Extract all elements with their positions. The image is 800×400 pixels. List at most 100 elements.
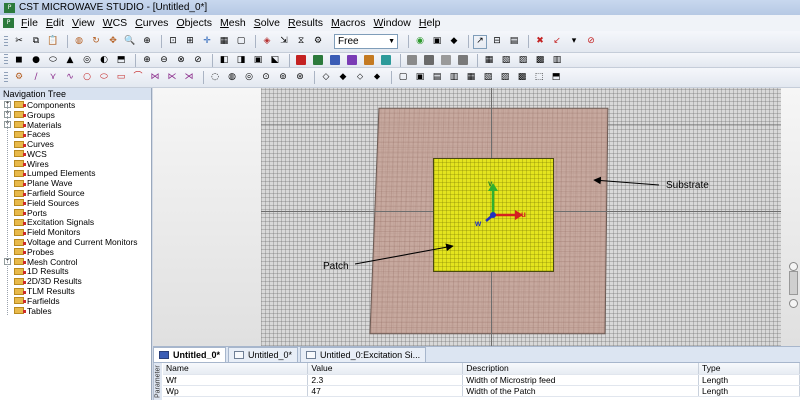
tree-item[interactable]: Lumped Elements <box>0 168 151 178</box>
mirror-icon[interactable]: ⧖ <box>294 35 308 49</box>
menu-macros[interactable]: Macros <box>327 17 369 29</box>
background-icon[interactable] <box>379 53 393 67</box>
column-header-description[interactable]: Description <box>462 363 700 375</box>
tree-item[interactable]: Tables <box>0 306 151 316</box>
dynamic-zoom-icon[interactable]: ⊕ <box>140 35 154 49</box>
working-plane-icon[interactable]: ⬚ <box>532 71 546 85</box>
torus-icon[interactable]: ◎ <box>80 53 94 67</box>
probe-icon[interactable]: ↙ <box>550 35 564 49</box>
mesh-mode-select[interactable]: Free ▼ <box>334 34 398 49</box>
menu-window[interactable]: Window <box>369 17 414 29</box>
reset-view-icon[interactable]: ⊡ <box>166 35 180 49</box>
tree-item[interactable]: Field Sources <box>0 198 151 208</box>
tab-schematic[interactable]: Untitled_0* <box>228 347 299 362</box>
symmetry-icon[interactable] <box>345 53 359 67</box>
optimizer-icon[interactable]: ◆ <box>447 35 461 49</box>
spline-icon[interactable]: ∿ <box>63 71 77 85</box>
tree-item[interactable]: Excitation Signals <box>0 217 151 227</box>
param-type[interactable]: Length <box>698 385 800 397</box>
mesh-adapt-icon[interactable]: ▥ <box>550 53 564 67</box>
blend-edges-icon[interactable]: ◧ <box>217 53 231 67</box>
toolbar-grip[interactable] <box>4 54 8 66</box>
wireframe-icon[interactable]: ▢ <box>234 35 248 49</box>
menu-objects[interactable]: Objects <box>172 17 216 29</box>
pick-point-icon[interactable]: ✛ <box>200 35 214 49</box>
zoom-fit-icon[interactable]: ⊞ <box>183 35 197 49</box>
cylinder-icon[interactable]: ⬭ <box>46 53 60 67</box>
frequency-icon[interactable] <box>362 53 376 67</box>
copy-icon[interactable]: ⧉ <box>29 35 43 49</box>
result-plot-icon[interactable]: ↗ <box>473 34 487 49</box>
solver-start-icon[interactable]: ◉ <box>413 35 427 49</box>
paste-icon[interactable]: 📋 <box>46 35 60 49</box>
trace-curve-icon[interactable]: ⋉ <box>165 71 179 85</box>
tree-item[interactable]: TLM Results <box>0 286 151 296</box>
tree-item[interactable]: Voltage and Current Monitors <box>0 237 151 247</box>
pick-face-icon[interactable]: ◎ <box>242 71 256 85</box>
discrete-port-icon[interactable] <box>311 53 325 67</box>
pick-point-icon[interactable]: ◌ <box>208 71 222 85</box>
more-icon[interactable]: ▾ <box>567 35 581 49</box>
farfield-monitor-icon[interactable] <box>422 53 436 67</box>
delete-icon[interactable]: ✖ <box>533 35 547 49</box>
boolean-intersect-icon[interactable]: ⊗ <box>174 53 188 67</box>
transform-icon[interactable]: ◈ <box>260 35 274 49</box>
tree-item[interactable]: Wires <box>0 159 151 169</box>
tree-item[interactable]: Plane Wave <box>0 178 151 188</box>
template-icon[interactable]: ▣ <box>430 35 444 49</box>
voltage-monitor-icon[interactable] <box>439 53 453 67</box>
zoom-out-icon[interactable] <box>789 299 798 308</box>
dielectric-view-icon[interactable]: ▩ <box>515 71 529 85</box>
menu-mesh[interactable]: Mesh <box>216 17 250 29</box>
cone-icon[interactable]: ▲ <box>63 53 77 67</box>
edge-view-icon[interactable]: ▣ <box>413 71 427 85</box>
fillet-curve-icon[interactable]: ⋊ <box>182 71 196 85</box>
tree-item[interactable]: Curves <box>0 139 151 149</box>
menu-file[interactable]: File <box>17 17 42 29</box>
grid-icon[interactable]: ▦ <box>217 35 231 49</box>
param-description[interactable]: Width of Microstrip feed <box>462 374 700 386</box>
sphere-icon[interactable]: ● <box>29 53 43 67</box>
ellipse-curve-icon[interactable]: ⬭ <box>97 71 111 85</box>
cut-icon[interactable]: ✂ <box>12 35 26 49</box>
tree-item[interactable]: Farfields <box>0 296 151 306</box>
tree-item[interactable]: Probes <box>0 247 151 257</box>
report-icon[interactable]: ▤ <box>507 35 521 49</box>
zoom-in-icon[interactable] <box>789 262 798 271</box>
rotation-icon[interactable]: ◐ <box>97 53 111 67</box>
mesh-settings-icon[interactable]: ⚙ <box>311 35 325 49</box>
tree-item[interactable]: + Materials <box>0 120 151 130</box>
boolean-add-icon[interactable]: ⊕ <box>140 53 154 67</box>
boolean-subtract-icon[interactable]: ⊖ <box>157 53 171 67</box>
spin-view-icon[interactable]: ↻ <box>89 35 103 49</box>
tree-item[interactable]: + Groups <box>0 110 151 120</box>
mesh-properties-icon[interactable]: ▧ <box>499 53 513 67</box>
toolbar-grip[interactable] <box>4 71 8 84</box>
menu-wcs[interactable]: WCS <box>99 17 132 29</box>
pick-center-icon[interactable]: ⊙ <box>259 71 273 85</box>
param-description[interactable]: Width of the Patch <box>462 385 700 397</box>
menu-view[interactable]: View <box>68 17 99 29</box>
local-coords-icon[interactable]: ⬒ <box>549 71 563 85</box>
rotate-wcs-icon[interactable]: ⬥ <box>370 71 384 85</box>
tab-3d-view[interactable]: Untitled_0* <box>153 347 227 362</box>
mesh-refine-icon[interactable]: ▨ <box>516 53 530 67</box>
clear-picks-icon[interactable]: ◇ <box>319 71 333 85</box>
analytical-curve-icon[interactable]: ⋈ <box>148 71 162 85</box>
tree-item[interactable]: WCS <box>0 149 151 159</box>
tree-item[interactable]: Farfield Source <box>0 188 151 198</box>
align-wcs-icon[interactable]: ◆ <box>336 71 350 85</box>
line-curve-icon[interactable]: ∕ <box>29 71 43 85</box>
parameter-icon[interactable]: ⊟ <box>490 35 504 49</box>
port-icon[interactable] <box>294 53 308 67</box>
tree-item[interactable]: Faces <box>0 129 151 139</box>
mesh-view-icon[interactable]: ▦ <box>482 53 496 67</box>
wcs-icon[interactable]: ⚙ <box>12 71 26 85</box>
face-view-icon[interactable]: ▢ <box>396 71 410 85</box>
probe-monitor-icon[interactable] <box>456 53 470 67</box>
column-header-value[interactable]: Value <box>307 363 464 375</box>
extrude-icon[interactable]: ⬒ <box>114 53 128 67</box>
menu-solve[interactable]: Solve <box>250 17 284 29</box>
shell-icon[interactable]: ▣ <box>251 53 265 67</box>
local-modification-icon[interactable]: ⬕ <box>268 53 282 67</box>
